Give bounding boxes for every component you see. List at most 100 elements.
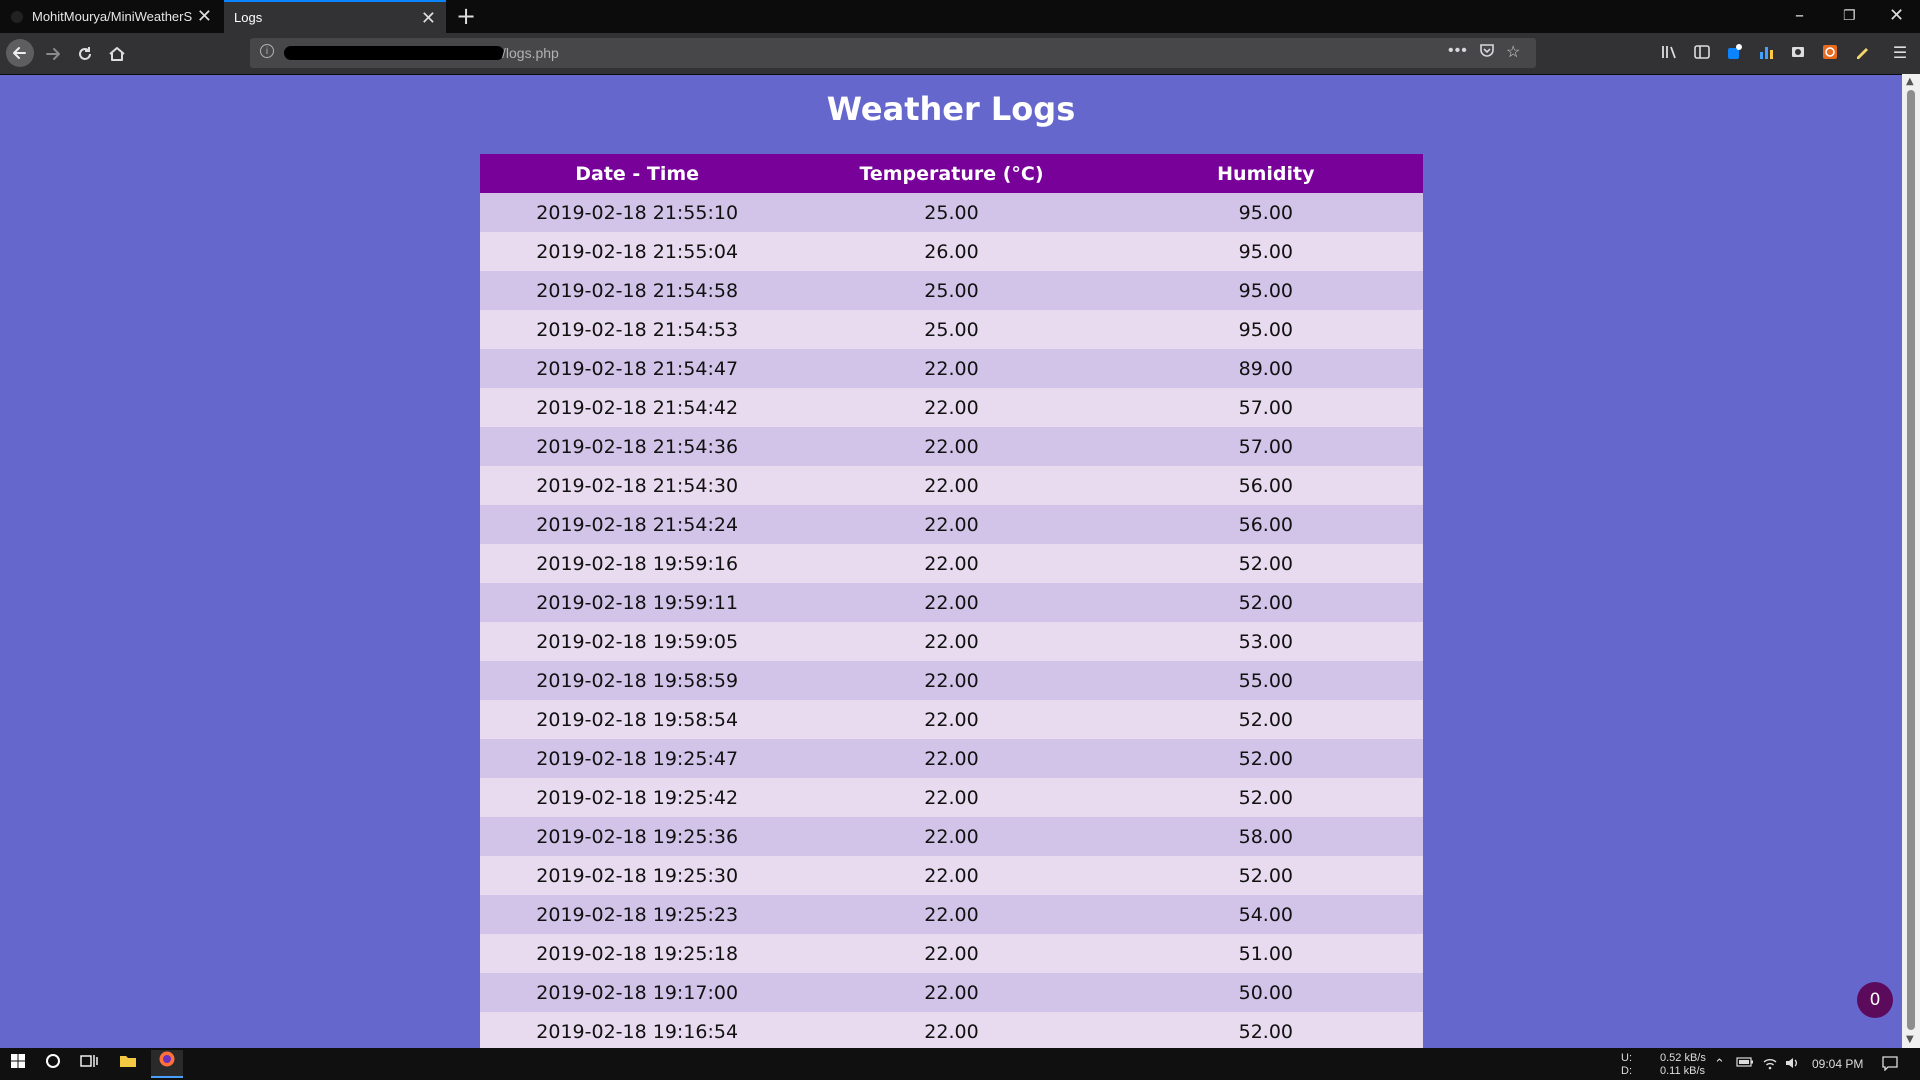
cell-humidity: 50.00 [1108,973,1423,1012]
library-icon[interactable] [1659,43,1679,63]
info-icon[interactable]: i [260,44,274,58]
cell-datetime: 2019-02-18 19:25:30 [480,856,795,895]
table-row: 2019-02-18 21:54:24 22.00 56.00 [480,505,1423,544]
column-header-humidity: Humidity [1108,154,1423,193]
reload-button[interactable] [72,41,98,67]
cell-temperature: 22.00 [794,973,1109,1012]
cell-datetime: 2019-02-18 19:17:00 [480,973,795,1012]
table-row: 2019-02-18 19:25:30 22.00 52.00 [480,856,1423,895]
screenshot-extension-icon[interactable] [1788,43,1808,63]
cell-datetime: 2019-02-18 21:54:42 [480,388,795,427]
cell-humidity: 56.00 [1108,505,1423,544]
table-row: 2019-02-18 19:59:11 22.00 52.00 [480,583,1423,622]
battery-icon[interactable] [1736,1056,1754,1071]
scrollbar-thumb[interactable] [1907,90,1915,1030]
table-row: 2019-02-18 21:54:53 25.00 95.00 [480,310,1423,349]
volume-icon[interactable] [1784,1056,1800,1073]
close-tab-icon[interactable]: ✕ [197,7,212,25]
scroll-up-arrow-icon[interactable]: ▲ [1906,76,1914,87]
cell-humidity: 95.00 [1108,310,1423,349]
cell-temperature: 22.00 [794,661,1109,700]
cell-datetime: 2019-02-18 21:54:53 [480,310,795,349]
table-row: 2019-02-18 21:54:30 22.00 56.00 [480,466,1423,505]
taskbar-clock[interactable]: 09:04 PM [1812,1057,1863,1071]
tab-logs[interactable]: Logs ✕ [224,0,446,33]
table-row: 2019-02-18 21:54:58 25.00 95.00 [480,271,1423,310]
column-header-datetime: Date - Time [480,154,795,193]
more-dots-icon[interactable]: ••• [1448,42,1468,60]
network-download-label: D: [1621,1065,1632,1077]
cell-temperature: 22.00 [794,544,1109,583]
cell-temperature: 22.00 [794,622,1109,661]
cell-humidity: 52.00 [1108,778,1423,817]
tab-github[interactable]: MohitMourya/MiniWeatherSta ✕ [0,0,222,33]
hamburger-menu-icon[interactable]: ☰ [1890,43,1910,63]
table-row: 2019-02-18 21:55:04 26.00 95.00 [480,232,1423,271]
cell-datetime: 2019-02-18 19:59:11 [480,583,795,622]
cell-datetime: 2019-02-18 21:55:04 [480,232,795,271]
extension-notification-icon[interactable] [1724,43,1744,63]
scroll-down-arrow-icon[interactable]: ▼ [1906,1034,1914,1045]
cell-humidity: 55.00 [1108,661,1423,700]
cell-datetime: 2019-02-18 19:25:47 [480,739,795,778]
cell-datetime: 2019-02-18 21:54:30 [480,466,795,505]
close-window-icon[interactable]: ✕ [1889,4,1904,28]
back-button[interactable] [6,39,34,67]
network-download-speed: 0.11 kB/s [1660,1065,1706,1077]
cell-temperature: 22.00 [794,934,1109,973]
table-row: 2019-02-18 19:59:05 22.00 53.00 [480,622,1423,661]
cell-temperature: 22.00 [794,349,1109,388]
page-scrollbar[interactable]: ▲ ▼ [1902,74,1920,1048]
cell-temperature: 22.00 [794,856,1109,895]
cell-temperature: 22.00 [794,1012,1109,1051]
forward-button[interactable] [40,41,66,67]
arrow-left-icon [13,47,26,59]
chevron-up-icon[interactable]: ⌃ [1714,1056,1725,1072]
home-button[interactable] [104,41,130,67]
table-row: 2019-02-18 19:59:16 22.00 52.00 [480,544,1423,583]
table-row: 2019-02-18 19:58:59 22.00 55.00 [480,661,1423,700]
cell-datetime: 2019-02-18 19:16:54 [480,1012,795,1051]
cell-humidity: 52.00 [1108,856,1423,895]
wifi-icon[interactable] [1762,1056,1778,1073]
new-tab-button[interactable]: + [456,2,476,30]
table-row: 2019-02-18 21:54:36 22.00 57.00 [480,427,1423,466]
reload-icon [79,47,91,60]
cortana-circle-icon[interactable] [39,1052,67,1076]
minimize-icon[interactable]: – [1795,4,1804,28]
cell-datetime: 2019-02-18 19:59:16 [480,544,795,583]
cell-temperature: 22.00 [794,505,1109,544]
gear-extension-icon[interactable] [1820,43,1840,63]
restore-icon[interactable]: ❐ [1843,4,1856,28]
folder-icon[interactable] [114,1052,142,1076]
table-row: 2019-02-18 19:25:36 22.00 58.00 [480,817,1423,856]
cell-temperature: 25.00 [794,193,1109,232]
cell-humidity: 89.00 [1108,349,1423,388]
url-bar[interactable]: i /logs.php ••• ☆ [250,38,1536,68]
cell-temperature: 26.00 [794,232,1109,271]
cell-temperature: 22.00 [794,466,1109,505]
cell-datetime: 2019-02-18 19:58:54 [480,700,795,739]
table-row: 2019-02-18 19:25:23 22.00 54.00 [480,895,1423,934]
notification-badge[interactable]: 0 [1857,982,1893,1018]
pen-extension-icon[interactable] [1852,43,1872,63]
sidebar-icon[interactable] [1692,43,1712,63]
cell-temperature: 22.00 [794,817,1109,856]
cell-datetime: 2019-02-18 21:55:10 [480,193,795,232]
table-row: 2019-02-18 19:17:00 22.00 50.00 [480,973,1423,1012]
cell-datetime: 2019-02-18 19:25:18 [480,934,795,973]
cell-temperature: 22.00 [794,700,1109,739]
cell-humidity: 56.00 [1108,466,1423,505]
close-tab-icon[interactable]: ✕ [421,9,436,27]
action-center-icon[interactable] [1881,1055,1899,1074]
firefox-icon[interactable] [151,1050,183,1078]
star-icon[interactable]: ☆ [1506,42,1520,62]
task-view-icon[interactable] [75,1052,103,1076]
chart-extension-icon[interactable] [1756,43,1776,63]
network-upload-label: U: [1621,1052,1632,1064]
cell-humidity: 52.00 [1108,700,1423,739]
cell-datetime: 2019-02-18 21:54:36 [480,427,795,466]
windows-logo-icon[interactable] [4,1052,32,1076]
pocket-icon[interactable] [1479,42,1495,63]
cell-humidity: 57.00 [1108,427,1423,466]
